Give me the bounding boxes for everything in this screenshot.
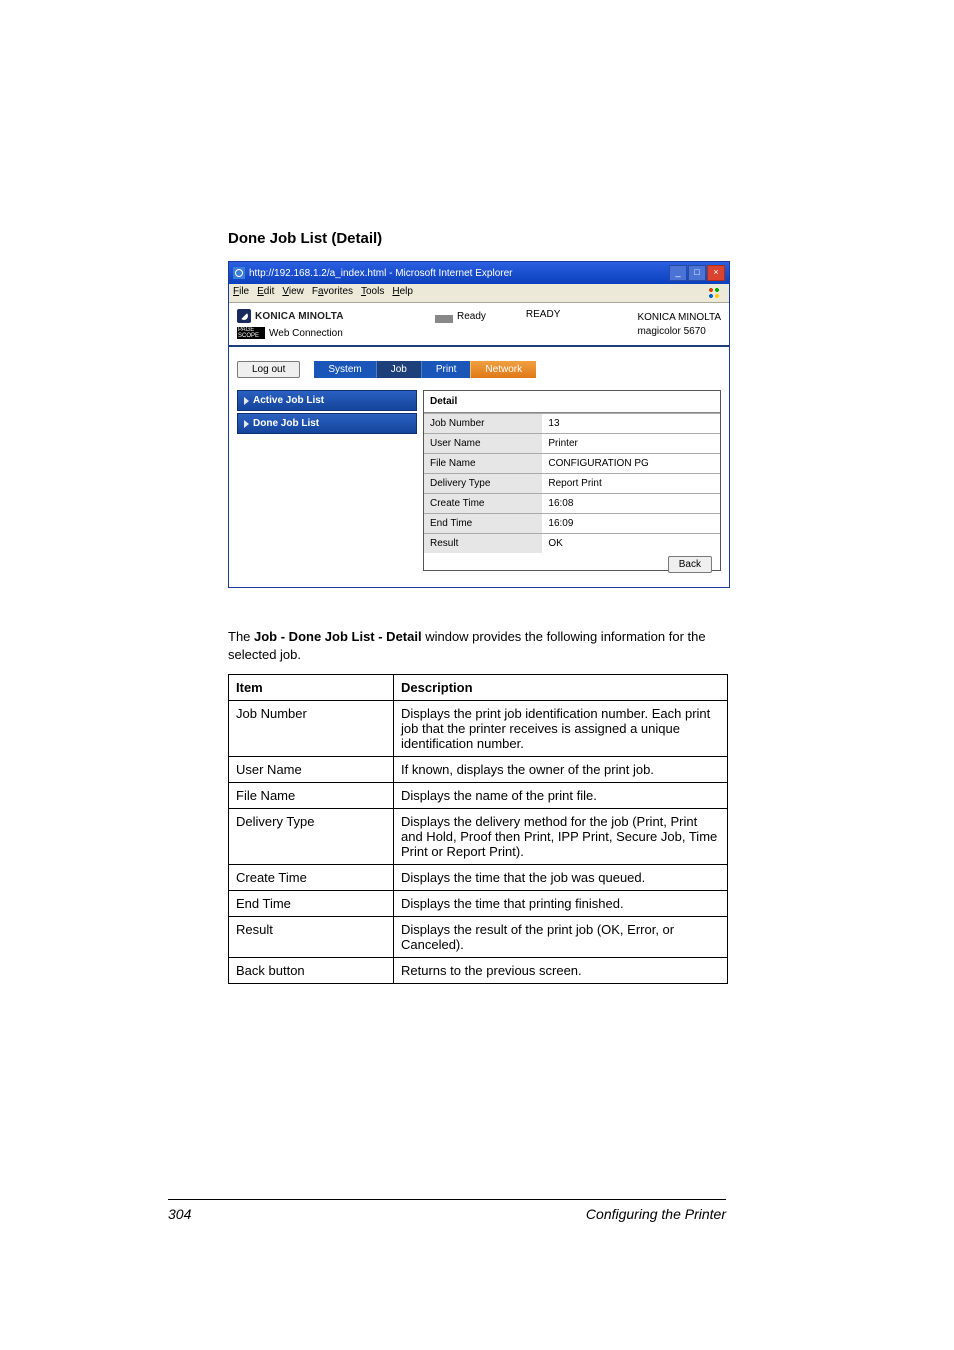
cell-item: Job Number [229,701,394,757]
sidebar-item-done-job-list[interactable]: Done Job List [237,413,417,434]
tab-print[interactable]: Print [421,361,471,378]
sidebar-item-label: Active Job List [253,395,324,406]
detail-val: 13 [542,414,720,434]
table-row: End TimeDisplays the time that printing … [229,891,728,917]
cell-item: Back button [229,958,394,984]
ready-label: Ready [457,311,486,322]
table-row: Create TimeDisplays the time that the jo… [229,865,728,891]
tab-job[interactable]: Job [376,361,421,378]
detail-val: 16:08 [542,494,720,514]
sidebar: Active Job List Done Job List [237,390,417,571]
cell-item: File Name [229,783,394,809]
cell-item: End Time [229,891,394,917]
detail-key: User Name [424,434,542,454]
titlebar: http://192.168.1.2/a_index.html - Micros… [229,262,729,284]
cell-desc: Displays the time that the job was queue… [394,865,728,891]
product-line1: KONICA MINOLTA [637,311,721,325]
cell-desc: If known, displays the owner of the prin… [394,757,728,783]
detail-val: Report Print [542,474,720,494]
detail-val: OK [542,534,720,554]
browser-window: http://192.168.1.2/a_index.html - Micros… [228,261,730,588]
detail-key: Job Number [424,414,542,434]
table-row: ResultDisplays the result of the print j… [229,917,728,958]
sidebar-item-active-job-list[interactable]: Active Job List [237,390,417,411]
page-number: 304 [168,1206,191,1222]
window-title: http://192.168.1.2/a_index.html - Micros… [249,268,512,279]
logout-button[interactable]: Log out [237,361,300,378]
product-line2: magicolor 5670 [637,325,721,339]
cell-item: Result [229,917,394,958]
triangle-icon [244,397,249,405]
cell-desc: Displays the time that printing finished… [394,891,728,917]
menu-help[interactable]: Help [392,286,413,300]
table-row: Job Number13 [424,414,720,434]
menubar: File Edit View Favorites Tools Help [229,284,729,303]
detail-key: File Name [424,454,542,474]
menu-edit[interactable]: Edit [257,286,274,300]
window-controls: _ □ × [669,265,725,281]
sidebar-item-label: Done Job List [253,418,319,429]
detail-val: CONFIGURATION PG [542,454,720,474]
th-item: Item [229,675,394,701]
table-row: Delivery TypeDisplays the delivery metho… [229,809,728,865]
pagescope-badge: PAGE SCOPE [237,327,265,339]
brand-area: KONICA MINOLTA PAGE SCOPE Web Connection [229,303,435,345]
cell-item: Delivery Type [229,809,394,865]
menu-file[interactable]: File [233,286,249,300]
close-icon[interactable]: × [707,265,725,281]
cell-desc: Displays the name of the print file. [394,783,728,809]
detail-key: Result [424,534,542,554]
km-logo-icon [237,309,251,323]
table-row: File NameDisplays the name of the print … [229,783,728,809]
intro-text: The Job - Done Job List - Detail window … [228,628,729,664]
minimize-icon[interactable]: _ [669,265,687,281]
th-desc: Description [394,675,728,701]
detail-key: Delivery Type [424,474,542,494]
ready-status: READY [526,309,560,320]
tab-network[interactable]: Network [470,361,536,378]
page-footer: 304 Configuring the Printer [168,1199,726,1222]
table-row: Delivery TypeReport Print [424,474,720,494]
cell-desc: Displays the result of the print job (OK… [394,917,728,958]
section-title: Done Job List (Detail) [228,230,729,247]
maximize-icon[interactable]: □ [688,265,706,281]
tab-bar: System Job Print Network [314,361,536,378]
table-row: File NameCONFIGURATION PG [424,454,720,474]
triangle-icon [244,420,249,428]
table-row: Create Time16:08 [424,494,720,514]
table-row: ResultOK [424,534,720,554]
description-table: Item Description Job NumberDisplays the … [228,674,728,984]
table-row: User NameIf known, displays the owner of… [229,757,728,783]
back-button[interactable]: Back [668,556,712,573]
panel-title: Detail [424,391,720,413]
table-row: Back buttonReturns to the previous scree… [229,958,728,984]
cell-item: User Name [229,757,394,783]
webconn-label: Web Connection [269,328,343,339]
printer-status-icon [435,309,453,323]
cell-desc: Displays the delivery method for the job… [394,809,728,865]
tab-system[interactable]: System [314,361,375,378]
detail-table: Job Number13 User NamePrinter File NameC… [424,413,720,553]
table-row: End Time16:09 [424,514,720,534]
detail-panel: Detail Job Number13 User NamePrinter Fil… [423,390,721,571]
cell-desc: Returns to the previous screen. [394,958,728,984]
cell-desc: Displays the print job identification nu… [394,701,728,757]
menu-tools[interactable]: Tools [361,286,384,300]
ie-icon [233,267,245,279]
cell-item: Create Time [229,865,394,891]
chapter-title: Configuring the Printer [586,1206,726,1222]
menu-favorites[interactable]: Favorites [312,286,353,300]
detail-key: Create Time [424,494,542,514]
menu-view[interactable]: View [282,286,304,300]
brand-label: KONICA MINOLTA [255,311,344,322]
detail-key: End Time [424,514,542,534]
table-row: User NamePrinter [424,434,720,454]
table-row: Job NumberDisplays the print job identif… [229,701,728,757]
detail-val: 16:09 [542,514,720,534]
windows-flag-icon [707,286,723,300]
detail-val: Printer [542,434,720,454]
